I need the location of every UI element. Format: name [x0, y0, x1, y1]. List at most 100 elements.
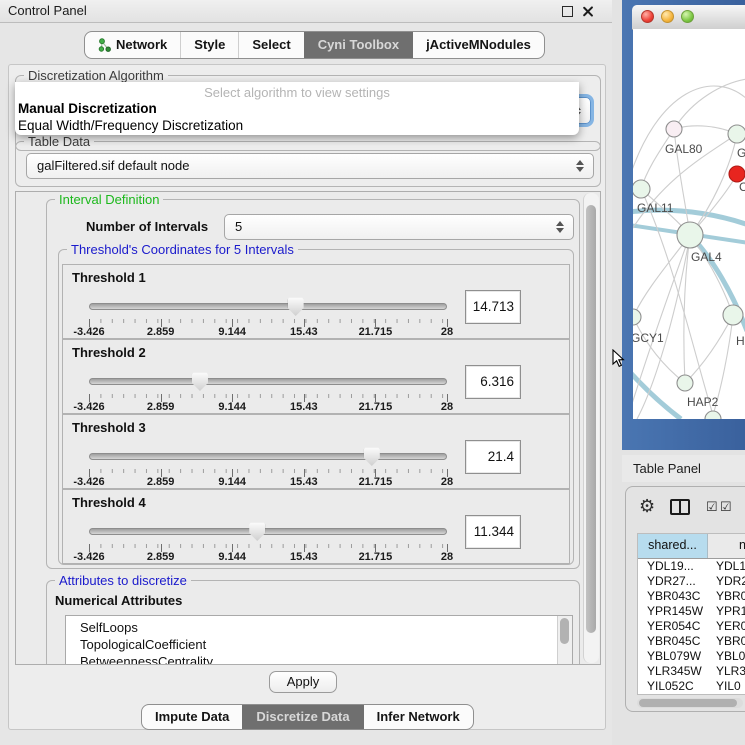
- tab-select[interactable]: Select: [238, 32, 303, 58]
- tick-label: 15.43: [290, 326, 318, 338]
- table-cell[interactable]: YBR043C: [638, 589, 708, 604]
- table-cell[interactable]: YLR3: [708, 664, 745, 679]
- table-row[interactable]: YBR043CYBR0: [638, 589, 745, 604]
- table-cell[interactable]: YBL079W: [638, 649, 708, 664]
- tab-infer-network[interactable]: Infer Network: [363, 705, 473, 729]
- threshold-slider[interactable]: [89, 522, 447, 542]
- table-cell[interactable]: YER0: [708, 619, 745, 634]
- threshold-slider[interactable]: [89, 297, 447, 317]
- table-row[interactable]: YER054CYER0: [638, 619, 745, 634]
- network-node[interactable]: [677, 222, 703, 248]
- threshold-value-field[interactable]: 11.344: [465, 515, 521, 549]
- table-cell[interactable]: YPR1: [708, 604, 745, 619]
- table-row[interactable]: YBR045CYBR0: [638, 634, 745, 649]
- table-row[interactable]: YBL079WYBL0: [638, 649, 745, 664]
- network-canvas[interactable]: GAL80 G C GAL11 GAL4 GCY1 H HAP2: [633, 29, 745, 419]
- tab-style[interactable]: Style: [180, 32, 238, 58]
- table-cell[interactable]: YDL19...: [638, 559, 708, 574]
- threshold-value-field[interactable]: 21.4: [465, 440, 521, 474]
- tab-label: Select: [252, 33, 290, 57]
- network-node[interactable]: [633, 309, 641, 325]
- tab-jactivemnodules[interactable]: jActiveMNodules: [412, 32, 544, 58]
- tab-label: Style: [194, 33, 225, 57]
- threshold-slider[interactable]: [89, 372, 447, 392]
- scrollbar-thumb[interactable]: [560, 618, 569, 644]
- combobox-value: galFiltered.sif default node: [37, 158, 189, 173]
- table-row[interactable]: YPR145WYPR1: [638, 604, 745, 619]
- checkbox-icon[interactable]: ☑: [706, 499, 718, 515]
- table-cell[interactable]: YIL0: [708, 679, 745, 694]
- close-icon[interactable]: [583, 6, 594, 17]
- num-intervals-combobox[interactable]: 5: [224, 214, 574, 240]
- dropdown-hint-option[interactable]: Select algorithm to view settings: [15, 85, 579, 100]
- threshold-value-field[interactable]: 6.316: [465, 365, 521, 399]
- dropdown-option-manual[interactable]: Manual Discretization: [18, 101, 157, 116]
- table-hscrollbar[interactable]: [637, 698, 743, 708]
- network-node[interactable]: [723, 305, 743, 325]
- table-cell[interactable]: YIL052C: [638, 679, 708, 694]
- slider-thumb[interactable]: [364, 447, 380, 466]
- slider-track[interactable]: [89, 453, 447, 460]
- gear-icon[interactable]: ⚙: [639, 496, 655, 517]
- table-cell[interactable]: YBR045C: [638, 634, 708, 649]
- list-item[interactable]: TopologicalCoefficient: [80, 636, 572, 653]
- table-cell[interactable]: YBL0: [708, 649, 745, 664]
- tab-cyni-toolbox[interactable]: Cyni Toolbox: [304, 32, 412, 58]
- network-node[interactable]: [705, 411, 721, 419]
- apply-button[interactable]: Apply: [269, 671, 337, 693]
- slider-thumb[interactable]: [249, 522, 265, 541]
- table-cell[interactable]: YDR2: [708, 574, 745, 589]
- column-header-shared-name[interactable]: shared...: [638, 534, 708, 558]
- table-row[interactable]: YIL052CYIL0: [638, 679, 745, 694]
- settings-scrollbar[interactable]: [583, 193, 599, 663]
- table-cell[interactable]: YDL1: [708, 559, 745, 574]
- network-node[interactable]: [728, 125, 745, 143]
- slider-thumb[interactable]: [288, 297, 304, 316]
- network-window-titlebar: [632, 5, 745, 30]
- slider-track[interactable]: [89, 303, 447, 310]
- slider-tick-labels: -3.4262.8599.14415.4321.71528: [89, 326, 447, 339]
- network-node[interactable]: [677, 375, 693, 391]
- network-node-label: C: [739, 180, 745, 194]
- slider-track[interactable]: [89, 378, 447, 385]
- minimize-traffic-light-icon[interactable]: [661, 10, 674, 23]
- network-node[interactable]: [633, 180, 650, 198]
- checkbox-icon[interactable]: ☑: [720, 499, 732, 515]
- columns-icon[interactable]: [670, 499, 690, 515]
- table-row[interactable]: YLR345WYLR3: [638, 664, 745, 679]
- table-row[interactable]: YDR27...YDR2: [638, 574, 745, 589]
- slider-track[interactable]: [89, 528, 447, 535]
- scrollbar-thumb[interactable]: [586, 205, 596, 633]
- network-node-label: G: [737, 146, 745, 160]
- scrollbar-thumb[interactable]: [639, 699, 737, 707]
- table-row[interactable]: YDL19...YDL1: [638, 559, 745, 574]
- list-item[interactable]: BetweennessCentrality: [80, 653, 572, 665]
- dropdown-option-equal-width[interactable]: Equal Width/Frequency Discretization: [18, 118, 243, 133]
- column-header-name[interactable]: n: [708, 534, 745, 558]
- slider-tick-labels: -3.4262.8599.14415.4321.71528: [89, 551, 447, 564]
- tab-discretize-data[interactable]: Discretize Data: [242, 705, 362, 729]
- table-header-row: shared... n: [638, 534, 745, 559]
- tick-label: -3.426: [73, 551, 104, 563]
- network-node-label: H: [736, 334, 745, 348]
- threshold-slider[interactable]: [89, 447, 447, 467]
- table-cell[interactable]: YBR0: [708, 589, 745, 604]
- table-cell[interactable]: YER054C: [638, 619, 708, 634]
- slider-thumb[interactable]: [192, 372, 208, 391]
- float-window-icon[interactable]: [562, 6, 573, 17]
- table-cell[interactable]: YBR0: [708, 634, 745, 649]
- group-title: Discretization Algorithm: [24, 68, 168, 83]
- table-data-combobox[interactable]: galFiltered.sif default node: [26, 153, 594, 179]
- close-traffic-light-icon[interactable]: [641, 10, 654, 23]
- table-cell[interactable]: YPR145W: [638, 604, 708, 619]
- tab-impute-data[interactable]: Impute Data: [142, 705, 242, 729]
- list-scrollbar[interactable]: [557, 616, 572, 665]
- table-cell[interactable]: YLR345W: [638, 664, 708, 679]
- list-item[interactable]: SelfLoops: [80, 619, 572, 636]
- tab-network[interactable]: Network: [85, 32, 180, 58]
- network-node[interactable]: [666, 121, 682, 137]
- threshold-value-field[interactable]: 14.713: [465, 290, 521, 324]
- table-cell[interactable]: YDR27...: [638, 574, 708, 589]
- numerical-attributes-list[interactable]: SelfLoops TopologicalCoefficient Between…: [65, 615, 573, 665]
- zoom-traffic-light-icon[interactable]: [681, 10, 694, 23]
